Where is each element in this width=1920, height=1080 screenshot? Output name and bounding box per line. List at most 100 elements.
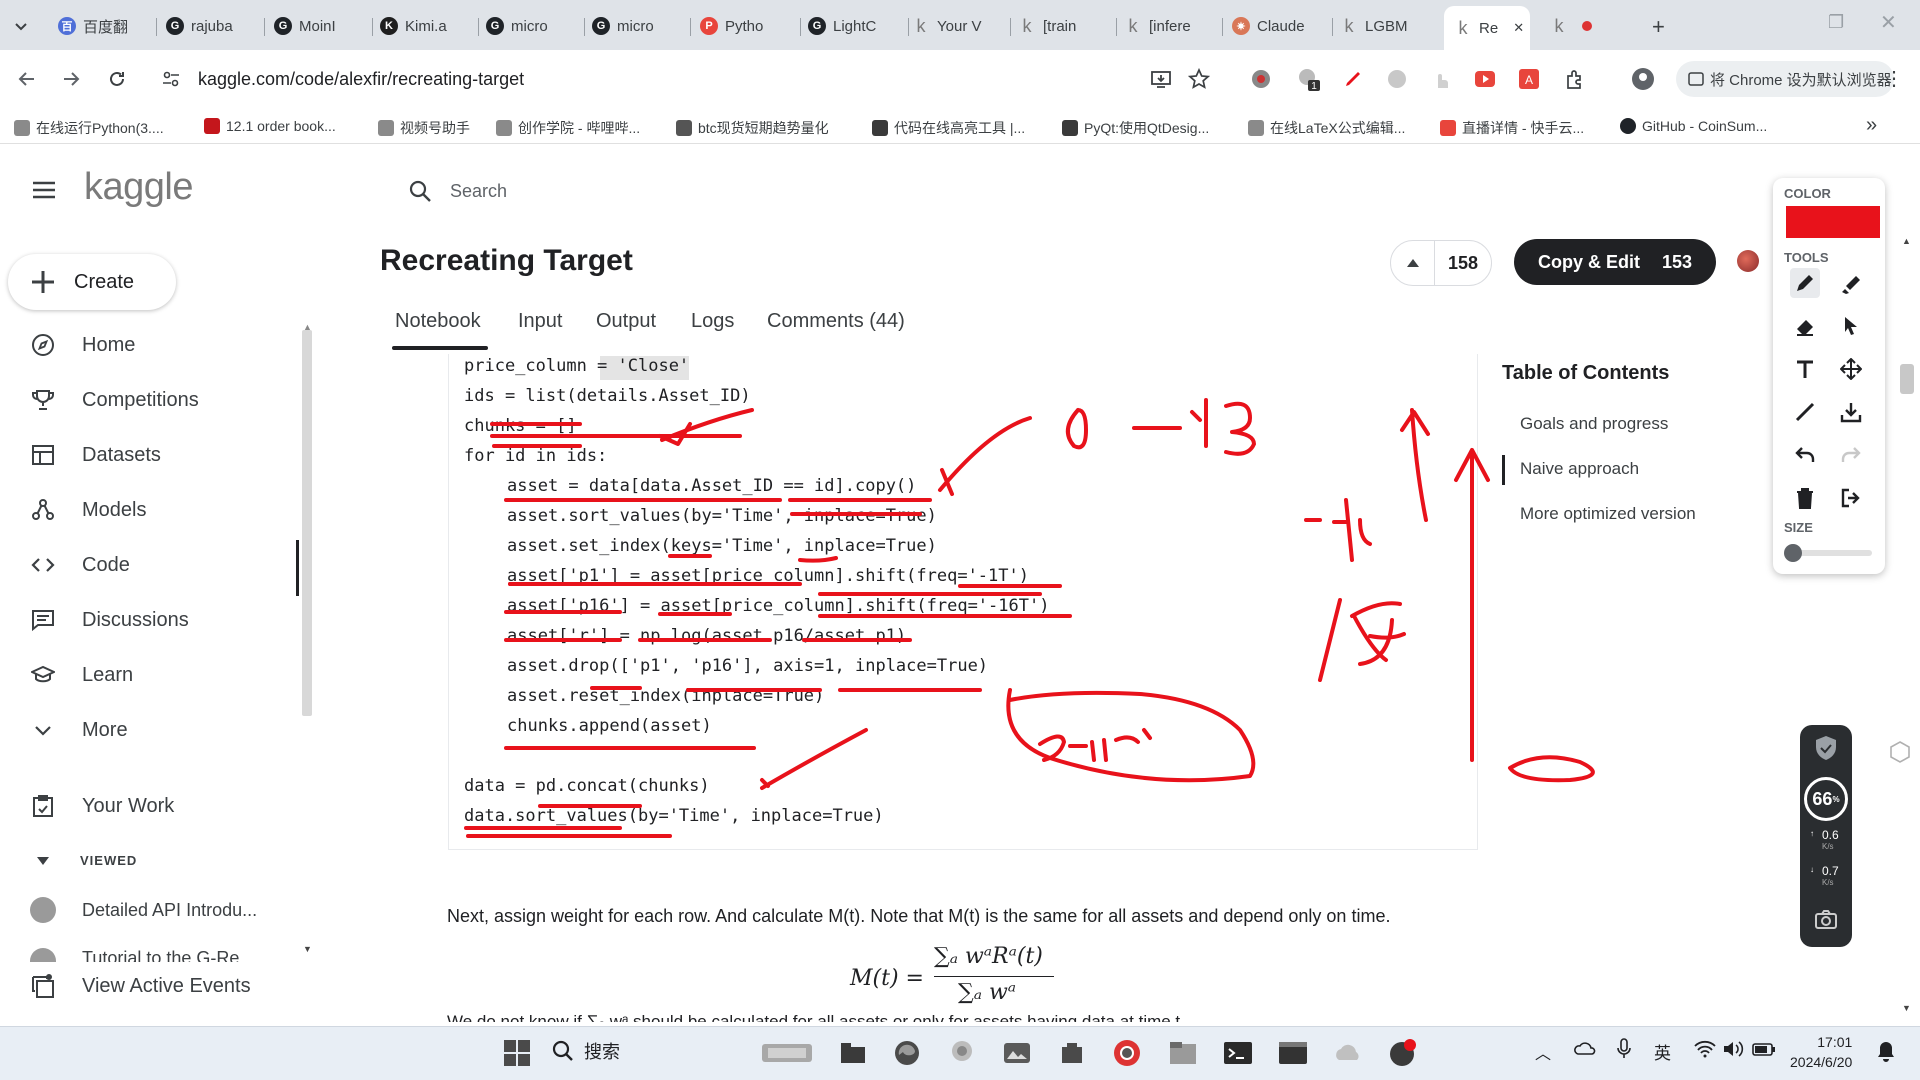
pen-extension-icon[interactable] [1340,66,1366,92]
browser-tab[interactable]: K Kimi.a [380,12,470,40]
site-info-icon[interactable] [162,70,180,88]
edge-browser-icon[interactable] [890,1036,924,1070]
bookmark-item[interactable]: PyQt:使用QtDesig... [1062,118,1209,138]
tab-input[interactable]: Input [518,310,562,333]
extension-gray-icon[interactable] [1384,66,1410,92]
close-window-icon[interactable]: ✕ [1880,10,1897,35]
browser-tab[interactable]: ✷ Claude [1232,12,1324,40]
tab-logs[interactable]: Logs [691,310,734,333]
hamburger-menu-icon[interactable] [32,180,56,200]
browser-tab[interactable]: G MoinI [274,12,364,40]
pencil-tool-icon[interactable] [1790,268,1820,298]
sidebar-item-learn[interactable]: Learn [30,660,133,690]
sidebar-item-code[interactable]: Code [30,550,130,580]
more-bookmarks-icon[interactable]: » [1866,114,1877,137]
reload-icon[interactable] [104,66,130,92]
undo-icon[interactable] [1790,440,1820,470]
cube-icon[interactable] [1888,740,1912,764]
sidebar-item-your-work[interactable]: Your Work [30,791,174,821]
toc-item-naive[interactable]: Naive approach [1520,459,1639,479]
sidebar-item-home[interactable]: Home [30,330,135,360]
browser-tab[interactable]: k Your V [912,12,1002,40]
user-avatar[interactable] [1737,250,1759,272]
browser-tab[interactable]: Gmicro [486,12,576,40]
scroll-up-icon[interactable]: ▲ [1902,236,1911,246]
ime-indicator[interactable]: 英 [1654,1039,1671,1064]
bookmark-item[interactable]: 在线运行Python(3.... [14,118,164,138]
browser-tab[interactable]: G LightC [808,12,900,40]
install-app-icon[interactable] [1148,66,1174,92]
exit-icon[interactable] [1836,483,1866,513]
tab-search-button[interactable] [14,12,36,40]
terminal-icon[interactable] [1221,1036,1255,1070]
sidebar-item-datasets[interactable]: Datasets [30,440,161,470]
browser-tab[interactable]: 百百度翻 [58,12,148,40]
redo-icon[interactable] [1836,440,1866,470]
recording-app-icon[interactable] [1386,1036,1420,1070]
file-explorer-icon[interactable] [836,1036,870,1070]
eraser-tool-icon[interactable] [1790,311,1820,341]
upvote-control[interactable]: 158 [1390,240,1492,286]
bookmark-item[interactable]: 12.1 order book... [204,118,336,134]
browser-tab[interactable]: k [1550,12,1630,40]
extensions-puzzle-icon[interactable] [1562,66,1588,92]
kaggle-search[interactable]: Search [408,176,507,206]
browser-tab[interactable]: P Pytho [700,12,792,40]
new-tab-icon[interactable]: + [1652,14,1665,40]
download-icon[interactable] [1836,397,1866,427]
extension-badge-icon[interactable]: 1 [1296,66,1322,92]
create-button[interactable]: Create [8,254,176,310]
toc-item-optimized[interactable]: More optimized version [1520,504,1696,524]
taskbar-app-thumbnail-icon[interactable] [760,1036,814,1070]
cloud-app-icon[interactable] [1331,1036,1365,1070]
scroll-up-icon[interactable]: ▲ [303,322,312,332]
viewed-section-toggle[interactable]: VIEWED [36,853,137,868]
sidebar-item-discussions[interactable]: Discussions [30,605,189,635]
extension-record-icon[interactable] [1248,66,1274,92]
viewed-item[interactable]: Tutorial to the G-Re... [30,948,260,962]
bookmark-item[interactable]: 在线LaTeX公式编辑... [1248,118,1405,138]
bookmark-item[interactable]: GitHub - CoinSum... [1620,118,1767,134]
color-swatch[interactable] [1786,206,1880,238]
tab-notebook[interactable]: Notebook [395,310,481,333]
address-bar[interactable]: kaggle.com/code/alexfir/recreating-targe… [148,60,1148,98]
bookmark-item[interactable]: btc现货短期趋势量化 [676,118,829,138]
size-slider-handle[interactable] [1784,544,1802,562]
move-tool-icon[interactable] [1836,354,1866,384]
sidebar-item-competitions[interactable]: Competitions [30,385,199,415]
scroll-down-icon[interactable]: ▼ [303,944,312,954]
browser-tab[interactable]: k [train [1018,12,1108,40]
system-clock[interactable]: 17:01 2024/6/20 [1790,1032,1852,1072]
viewed-item[interactable]: Detailed API Introdu... [30,897,257,923]
toc-item-goals[interactable]: Goals and progress [1520,414,1668,434]
text-tool-icon[interactable] [1790,354,1820,384]
youtube-extension-icon[interactable] [1472,66,1498,92]
microphone-icon[interactable] [1616,1038,1632,1060]
restore-window-icon[interactable]: ❐ [1828,12,1844,33]
set-default-browser-button[interactable]: 将 Chrome 设为默认浏览器 [1676,61,1894,97]
kaggle-logo[interactable]: kaggle [84,166,193,209]
sidebar-item-models[interactable]: Models [30,495,146,525]
app-icon-dark[interactable] [1055,1036,1089,1070]
bookmark-item[interactable]: 代码在线高亮工具 |... [872,118,1025,138]
trash-icon[interactable] [1790,483,1820,513]
volume-icon[interactable] [1722,1040,1744,1058]
back-icon[interactable] [14,66,40,92]
extension-hand-icon[interactable] [1428,66,1454,92]
browser-menu-icon[interactable]: ⋮ [1884,66,1904,91]
browser-tab[interactable]: k LGBM [1340,12,1430,40]
line-tool-icon[interactable] [1790,397,1820,427]
marker-tool-icon[interactable] [1836,268,1866,298]
onedrive-icon[interactable] [1574,1040,1596,1056]
cursor-tool-icon[interactable] [1836,311,1866,341]
upvote-button[interactable] [1391,241,1435,285]
chrome-icon[interactable] [1110,1036,1144,1070]
browser-tab[interactable]: Grajuba [166,12,256,40]
bookmark-item[interactable]: 直播详情 - 快手云... [1440,118,1584,138]
photos-icon[interactable] [1000,1036,1034,1070]
tab-comments[interactable]: Comments (44) [767,310,905,333]
app-icon-gray[interactable] [945,1036,979,1070]
wifi-icon[interactable] [1694,1040,1716,1058]
folder-icon[interactable] [1166,1036,1200,1070]
translate-extension-icon[interactable]: A [1516,66,1542,92]
